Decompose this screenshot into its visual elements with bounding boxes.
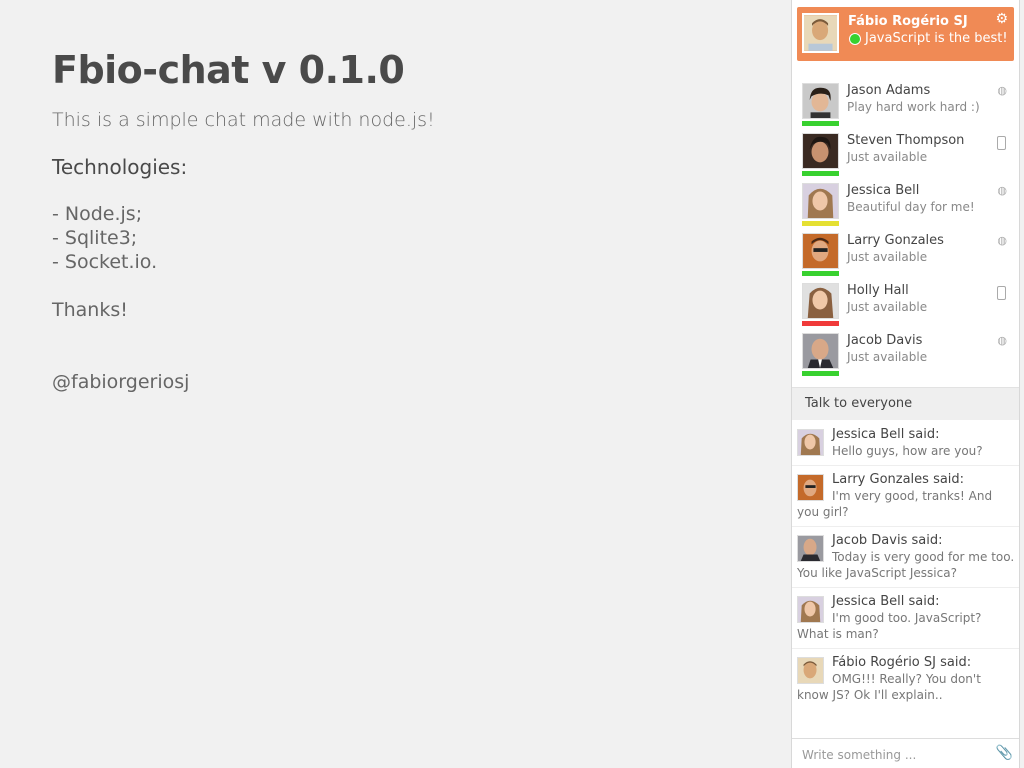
current-user-status[interactable]: JavaScript is the best! [849,31,1008,46]
contact-name: Holly Hall [847,283,909,298]
contact-name: Steven Thompson [847,133,965,148]
message-author: Fábio Rogério SJ said: [832,655,972,670]
message-item: Jessica Bell said: Hello guys, how are y… [792,421,1019,466]
technology-item: - Socket.io. [52,251,158,273]
phone-icon [997,286,1006,300]
contact-status: Just available [847,350,928,364]
globe-icon: ◍ [997,234,1007,247]
contact-jacob-davis[interactable]: Jacob Davis Just available ◍ [792,328,1019,378]
contact-jason-adams[interactable]: Jason Adams Play hard work hard :) ◍ [792,78,1019,128]
contact-photo-icon [803,134,838,168]
author-handle: @fabiorgeriosj [52,371,190,393]
talk-to-everyone-button[interactable]: Talk to everyone [792,387,1019,420]
message-item: Jessica Bell said: I'm good too. JavaScr… [792,588,1019,649]
globe-icon: ◍ [997,334,1007,347]
contact-status: Just available [847,300,928,314]
message-list: Jessica Bell said: Hello guys, how are y… [792,421,1019,709]
message-text: I'm very good, tranks! And you girl? [797,489,993,519]
avatar [797,474,824,501]
message-text: I'm good too. JavaScript? What is man? [797,611,982,641]
status-text: JavaScript is the best! [865,31,1008,46]
avatar [802,13,839,53]
description: This is a simple chat made with node.js! [52,109,435,131]
message-item: Fábio Rogério SJ said: OMG!!! Really? Yo… [792,649,1019,709]
online-status-icon [849,32,861,45]
technologies-heading: Technologies: [52,155,188,179]
technology-item: - Sqlite3; [52,227,138,249]
message-text: OMG!!! Really? You don't know JS? Ok I'l… [797,672,981,702]
message-author: Jacob Davis said: [832,533,943,548]
gear-icon[interactable]: ⚙ [995,11,1008,27]
contact-holly-hall[interactable]: Holly Hall Just available [792,278,1019,328]
globe-icon: ◍ [997,84,1007,97]
presence-bar [802,371,839,376]
avatar [797,535,824,562]
contact-list: Jason Adams Play hard work hard :) ◍ Ste… [792,78,1019,378]
sender-photo-icon [798,475,823,500]
contact-photo-icon [803,184,838,218]
presence-bar [802,271,839,276]
technology-item: - Node.js; [52,203,143,225]
current-user-name: Fábio Rogério SJ [848,14,968,29]
contact-name: Jacob Davis [847,333,923,348]
avatar [802,283,839,319]
page-title: Fbio-chat v 0.1.0 [52,48,405,92]
user-photo-icon [804,15,837,51]
contact-status: Play hard work hard :) [847,100,980,114]
message-item: Jacob Davis said: Today is very good for… [792,527,1019,588]
technologies-list: - Node.js; - Sqlite3; - Socket.io. [52,202,752,274]
contact-photo-icon [803,334,838,368]
contact-larry-gonzales[interactable]: Larry Gonzales Just available ◍ [792,228,1019,278]
message-input[interactable] [800,745,994,765]
contact-photo-icon [803,234,838,268]
contact-status: Just available [847,150,928,164]
avatar [802,333,839,369]
contact-name: Larry Gonzales [847,233,944,248]
contact-status: Beautiful day for me! [847,200,975,214]
contact-name: Jessica Bell [847,183,920,198]
sender-photo-icon [798,597,823,622]
message-author: Jessica Bell said: [832,594,940,609]
avatar [802,183,839,219]
message-composer: 📎 [792,738,1019,768]
contact-jessica-bell[interactable]: Jessica Bell Beautiful day for me! ◍ [792,178,1019,228]
avatar [797,596,824,623]
message-text: Hello guys, how are you? [832,444,983,458]
sender-photo-icon [798,536,823,561]
contact-name: Jason Adams [847,83,931,98]
contact-photo-icon [803,284,838,318]
avatar [797,657,824,684]
sender-photo-icon [798,430,823,455]
intro-section: Fbio-chat v 0.1.0 This is a simple chat … [52,44,752,394]
avatar [802,133,839,169]
presence-bar [802,121,839,126]
message-author: Jessica Bell said: [832,427,940,442]
presence-bar [802,221,839,226]
paperclip-icon[interactable]: 📎 [996,745,1013,761]
sender-photo-icon [798,658,823,683]
presence-bar [802,171,839,176]
avatar [802,233,839,269]
message-item: Larry Gonzales said: I'm very good, tran… [792,466,1019,527]
presence-bar [802,321,839,326]
chat-panel: Fábio Rogério SJ JavaScript is the best!… [791,0,1020,768]
avatar [802,83,839,119]
thanks-text: Thanks! [52,299,128,321]
message-author: Larry Gonzales said: [832,472,965,487]
globe-icon: ◍ [997,184,1007,197]
phone-icon [997,136,1006,150]
contact-status: Just available [847,250,928,264]
contact-steven-thompson[interactable]: Steven Thompson Just available [792,128,1019,178]
contact-photo-icon [803,84,838,118]
current-user-card: Fábio Rogério SJ JavaScript is the best!… [797,7,1014,61]
avatar [797,429,824,456]
message-text: Today is very good for me too. You like … [797,550,1015,580]
